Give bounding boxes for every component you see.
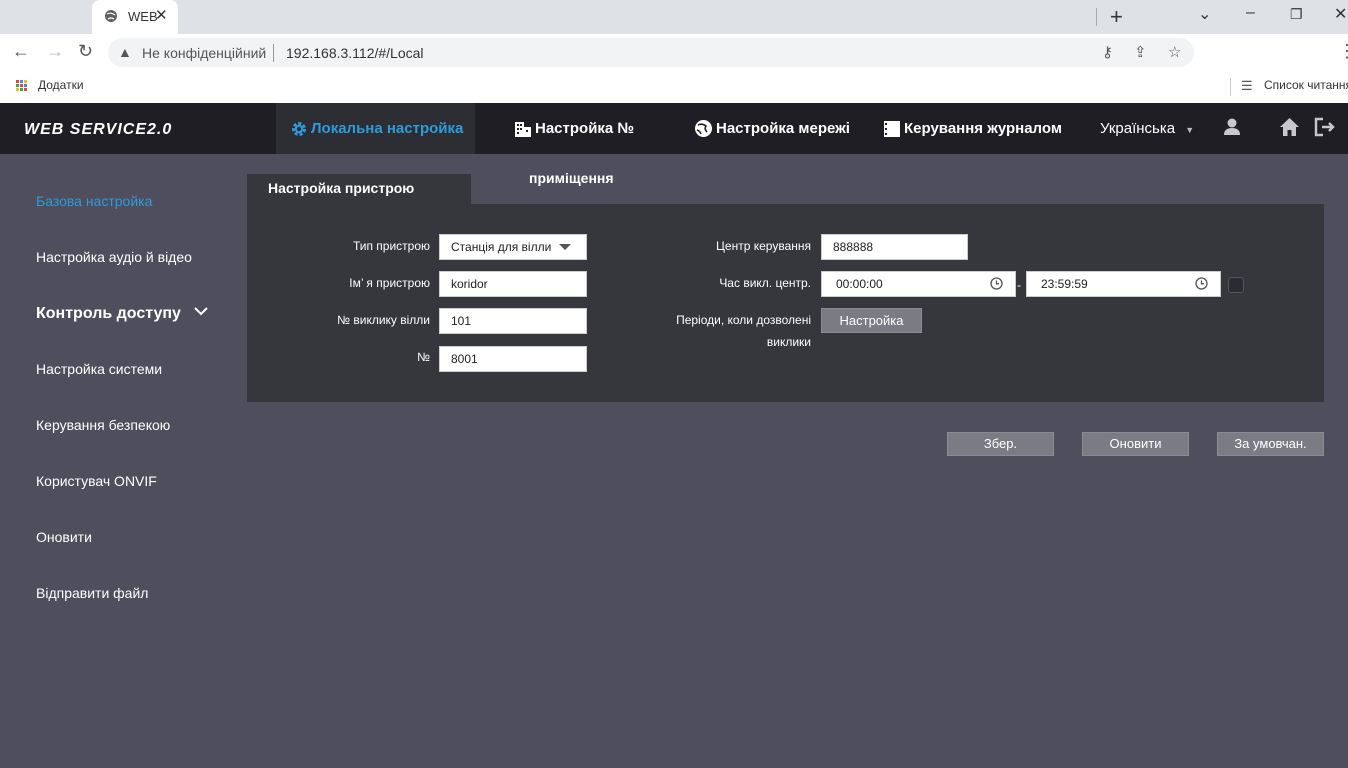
device-type-select[interactable]: Станція для вілли — [439, 234, 587, 260]
apps-bookmark[interactable]: Додатки — [38, 78, 84, 92]
share-icon[interactable]: ⇪ — [1134, 43, 1147, 61]
nav-room-settings[interactable]: Настройка № — [514, 103, 634, 154]
number-input[interactable]: 8001 — [439, 346, 587, 372]
sidebar-item-security[interactable]: Керування безпекою — [36, 417, 170, 433]
device-name-label: Ім’ я пристрою — [349, 276, 430, 290]
device-type-value: Станція для вілли — [451, 240, 552, 254]
key-icon[interactable]: ⚷ — [1102, 43, 1113, 61]
chevron-down-icon[interactable] — [194, 306, 208, 316]
allowed-periods-label: Періоди, коли дозволені — [676, 313, 811, 327]
villa-call-no-label: № виклику вілли — [337, 313, 430, 327]
sidebar-item-access-control[interactable]: Контроль доступу — [36, 305, 181, 323]
control-center-input[interactable]: 888888 — [821, 234, 968, 260]
window-close-icon[interactable]: ✕ — [1334, 4, 1347, 24]
language-select[interactable]: Українська ▼ — [1100, 120, 1194, 137]
gear-icon — [290, 120, 308, 138]
film-icon — [883, 120, 901, 138]
control-center-label: Центр керування — [716, 239, 811, 253]
nav-label: Настройка мережі — [716, 120, 850, 137]
number-value: 8001 — [451, 352, 478, 366]
villa-call-no-value: 101 — [451, 314, 472, 328]
omnibox-divider — [273, 44, 274, 62]
user-icon[interactable] — [1222, 117, 1242, 137]
reading-list-link[interactable]: Список читання — [1264, 78, 1348, 92]
tab-search-icon[interactable]: ⌄ — [1198, 4, 1211, 24]
logout-icon[interactable] — [1314, 117, 1336, 137]
bookmarks-divider — [1230, 78, 1231, 96]
app-header: WEB SERVICE2.0 Локальна настройка Настро… — [0, 103, 1348, 154]
call-center-time-label: Час викл. центр. — [719, 276, 811, 290]
language-value: Українська — [1100, 120, 1176, 137]
globe-network-icon — [694, 119, 713, 138]
caret-down-icon: ▼ — [1185, 125, 1195, 135]
tab-divider — [1096, 8, 1097, 26]
back-icon[interactable]: ← — [12, 41, 30, 62]
star-icon[interactable]: ☆ — [1168, 43, 1181, 61]
apps-icon[interactable] — [16, 80, 28, 92]
home-icon[interactable] — [1279, 117, 1300, 137]
nav-log-management[interactable]: Керування журналом — [883, 103, 1062, 154]
close-tab-icon[interactable]: ✕ — [155, 6, 168, 24]
reload-icon[interactable]: ↻ — [78, 41, 93, 62]
time-range-separator: - — [1017, 278, 1021, 292]
clock-icon — [990, 277, 1003, 290]
number-label: № — [417, 350, 430, 364]
browser-tab-title: WEB — [128, 9, 158, 24]
tab-label: Настройка пристрою — [268, 180, 415, 196]
restore-icon[interactable]: ❐ — [1290, 6, 1303, 23]
refresh-button[interactable]: Оновити — [1082, 432, 1189, 456]
device-type-label: Тип пристрою — [352, 239, 430, 253]
address-bar: ← → ↻ ▲ Не конфіденційний 192.168.3.112/… — [0, 34, 1348, 72]
device-name-input[interactable]: koridor — [439, 271, 587, 297]
app-logo: WEB SERVICE2.0 — [24, 121, 173, 138]
nav-label: Керування журналом — [904, 120, 1062, 137]
call-center-end-time-input[interactable]: 23:59:59 — [1026, 271, 1221, 297]
menu-icon[interactable]: ⋮ — [1338, 41, 1348, 62]
end-time-value: 23:59:59 — [1041, 277, 1088, 291]
reading-list-icon[interactable]: ☰ — [1241, 78, 1253, 94]
bookmarks-bar: Додатки ☰ Список читання — [0, 72, 1348, 104]
default-button[interactable]: За умовчан. — [1217, 432, 1324, 456]
tab-room[interactable]: приміщення — [529, 170, 614, 186]
sidebar-item-audio-video[interactable]: Настройка аудіо й відео — [36, 249, 192, 265]
nav-network-settings[interactable]: Настройка мережі — [694, 103, 850, 154]
sidebar-item-update[interactable]: Оновити — [36, 529, 92, 545]
call-center-time-checkbox[interactable] — [1228, 277, 1244, 293]
tab-device-settings[interactable]: Настройка пристрою — [247, 174, 471, 204]
url-text[interactable]: 192.168.3.112/#/Local — [286, 45, 424, 61]
sidebar-item-upload-file[interactable]: Відправити файл — [36, 585, 148, 601]
sidebar-item-onvif-user[interactable]: Користувач ONVIF — [36, 473, 157, 489]
building-icon — [514, 120, 532, 138]
security-label[interactable]: Не конфіденційний — [142, 45, 266, 61]
start-time-value: 00:00:00 — [836, 277, 883, 291]
allowed-periods-settings-button[interactable]: Настройка — [821, 308, 922, 333]
sidebar-item-system-settings[interactable]: Настройка системи — [36, 361, 162, 377]
globe-icon — [105, 10, 117, 22]
device-name-value: koridor — [451, 277, 488, 291]
nav-label: Локальна настройка — [311, 120, 464, 137]
nav-local-settings[interactable]: Локальна настройка — [276, 103, 475, 154]
browser-tab[interactable]: WEB ✕ — [92, 0, 178, 34]
forward-icon[interactable]: → — [46, 41, 64, 62]
device-settings-panel — [247, 204, 1324, 402]
villa-call-no-input[interactable]: 101 — [439, 308, 587, 334]
allowed-periods-label-line2: виклики — [766, 335, 811, 349]
omnibox[interactable]: ▲ Не конфіденційний 192.168.3.112/#/Loca… — [108, 38, 1194, 67]
control-center-value: 888888 — [833, 240, 874, 254]
new-tab-icon[interactable]: + — [1110, 4, 1123, 30]
nav-label: Настройка № — [535, 120, 635, 137]
save-button[interactable]: Збер. — [947, 432, 1054, 456]
minimize-icon[interactable]: – — [1246, 4, 1255, 22]
dropdown-arrow-icon — [559, 244, 571, 250]
sidebar-item-basic-settings[interactable]: Базова настройка — [36, 193, 152, 209]
warning-icon: ▲ — [118, 44, 132, 60]
browser-tabstrip: WEB ✕ + ⌄ – ❐ ✕ — [0, 0, 1348, 34]
clock-icon — [1195, 277, 1208, 290]
call-center-start-time-input[interactable]: 00:00:00 — [821, 271, 1016, 297]
